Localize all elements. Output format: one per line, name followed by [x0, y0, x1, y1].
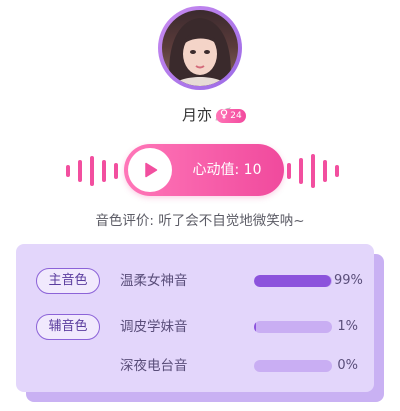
- main-voice-tag: 主音色: [36, 268, 100, 294]
- voice-name: 深夜电台音: [120, 358, 188, 374]
- voice-progress-track: [254, 321, 332, 333]
- age-value: 24: [230, 111, 242, 121]
- voice-percent: 99%: [334, 273, 363, 288]
- female-icon: [220, 108, 228, 124]
- voice-name: 调皮学妹音: [120, 319, 188, 335]
- avatar[interactable]: [162, 10, 238, 86]
- heart-value-label: 心动值: 10: [192, 162, 262, 178]
- voice-progress-track: [254, 360, 332, 372]
- play-icon[interactable]: [128, 148, 172, 192]
- voice-percent: 1%: [337, 319, 358, 334]
- user-name: 月亦: [181, 106, 212, 124]
- voice-progress-track: [254, 275, 332, 287]
- secondary-voice-tag: 辅音色: [36, 314, 100, 340]
- voice-progress-fill: [254, 275, 332, 287]
- age-badge: 24: [216, 108, 246, 124]
- voice-name: 温柔女神音: [120, 273, 188, 289]
- voice-evaluation: 音色评价: 听了会不自觉地微笑呐~: [95, 213, 305, 229]
- voice-percent: 0%: [337, 358, 358, 373]
